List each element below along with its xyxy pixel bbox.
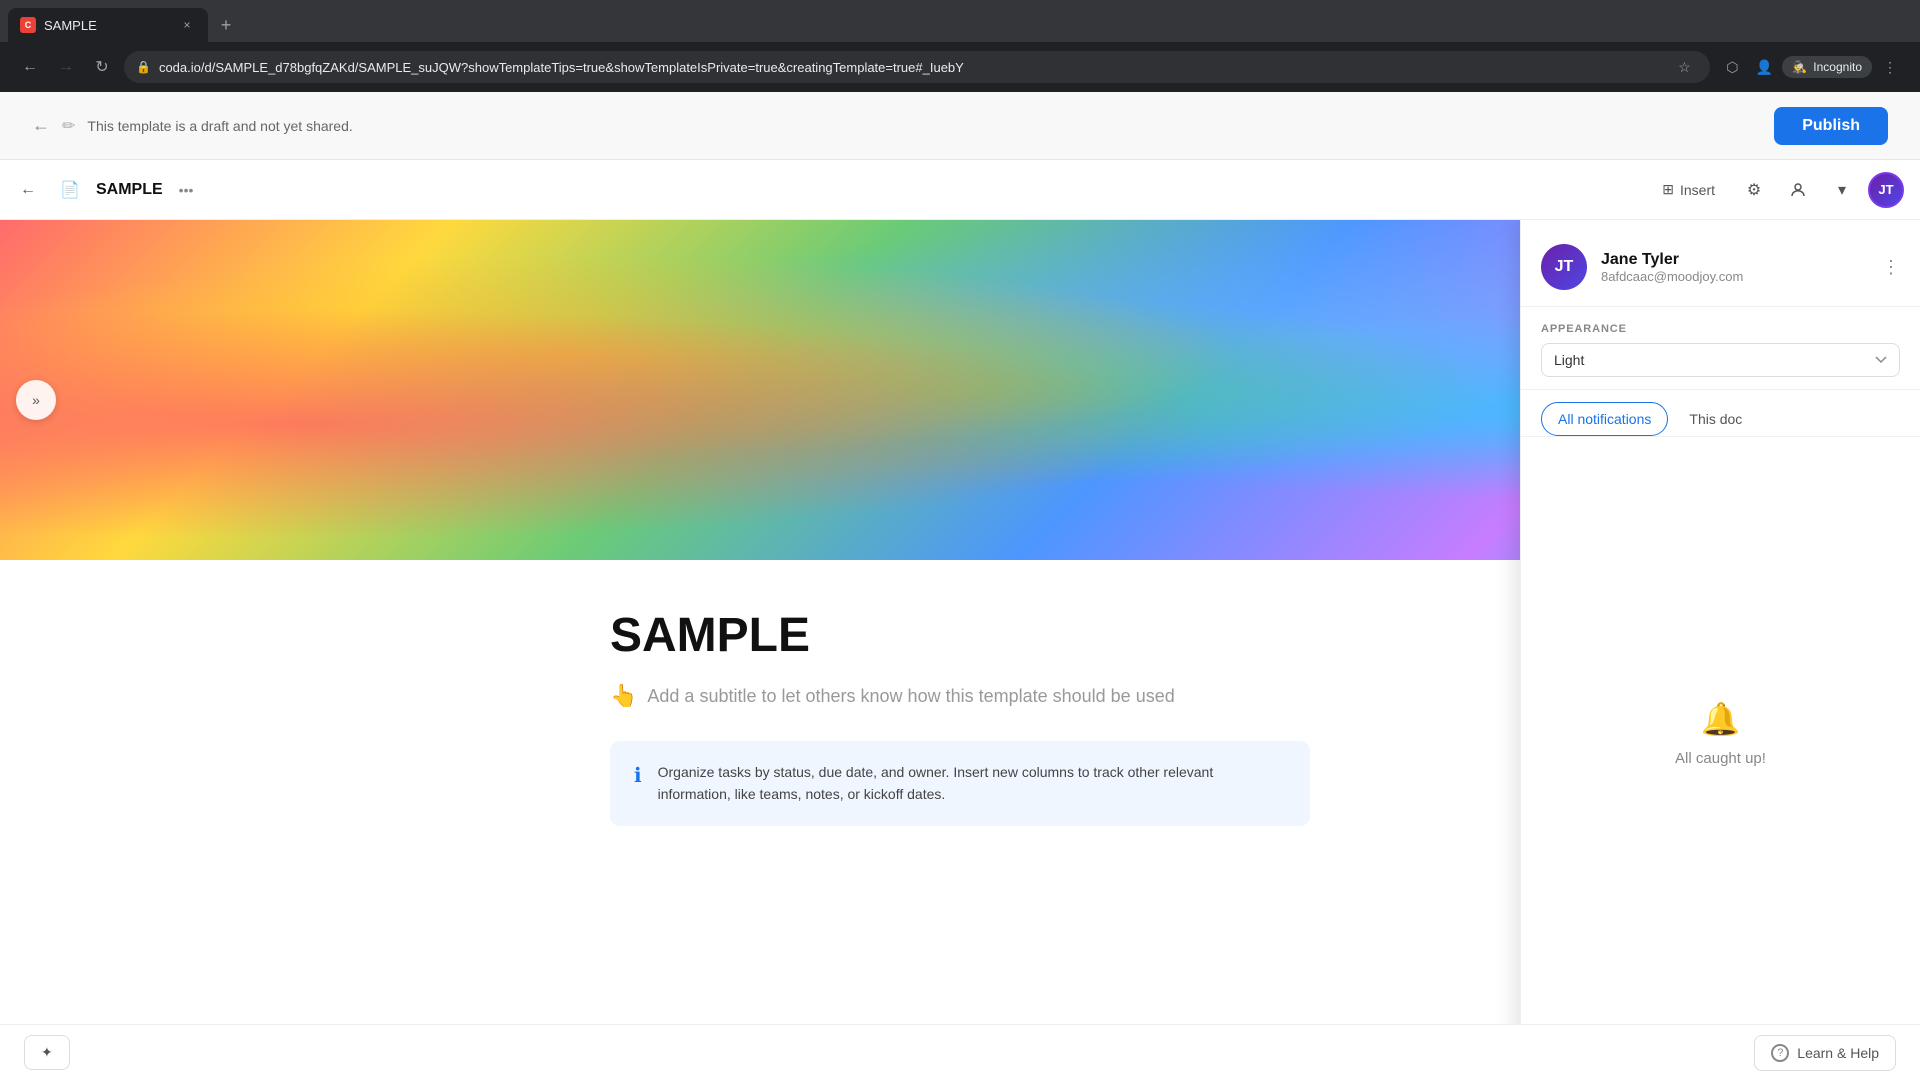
share-button[interactable]: [1780, 172, 1816, 208]
doc-header: ← 📄 SAMPLE ••• ⊞ Insert ⚙ ▾ JT: [0, 160, 1920, 220]
incognito-badge: 🕵 Incognito: [1782, 56, 1872, 78]
draft-back-button[interactable]: ←: [32, 115, 50, 136]
doc-subtitle-row: 👆 Add a subtitle to let others know how …: [610, 683, 1310, 709]
notif-tabs: All notifications This doc: [1521, 390, 1920, 437]
insert-icon: ⊞: [1662, 181, 1674, 198]
chevron-down-icon[interactable]: ▾: [1824, 172, 1860, 208]
notif-user-name: Jane Tyler: [1601, 251, 1868, 269]
notif-header: JT Jane Tyler 8afdcaac@moodjoy.com ⋮: [1521, 220, 1920, 307]
sidebar-toggle-button[interactable]: »: [16, 380, 56, 420]
lock-icon: 🔒: [136, 60, 151, 74]
tab-this-doc[interactable]: This doc: [1672, 402, 1759, 436]
tab-favicon: C: [20, 17, 36, 33]
notif-avatar: JT: [1541, 244, 1587, 290]
notif-user-info: Jane Tyler 8afdcaac@moodjoy.com: [1601, 251, 1868, 284]
nav-bar: ← → ↻ 🔒 coda.io/d/SAMPLE_d78bgfqZAKd/SAM…: [0, 42, 1920, 92]
settings-button[interactable]: ⚙: [1736, 172, 1772, 208]
info-icon: ℹ: [634, 763, 642, 788]
doc-main-title: SAMPLE: [610, 608, 1310, 663]
extensions-button[interactable]: ⬡: [1718, 53, 1746, 81]
appearance-select[interactable]: Light Dark System: [1541, 343, 1900, 377]
subtitle-emoji: 👆: [610, 683, 637, 709]
learn-help-icon: ?: [1771, 1044, 1789, 1062]
forward-button[interactable]: →: [52, 53, 80, 81]
bottom-bar: ✦ ? Learn & Help: [0, 1024, 1920, 1080]
doc-file-icon: 📄: [56, 176, 84, 204]
notif-user-email: 8afdcaac@moodjoy.com: [1601, 269, 1868, 284]
subtitle-text: Add a subtitle to let others know how th…: [647, 686, 1174, 707]
notif-body: 🔔 All caught up!: [1521, 437, 1920, 1029]
draft-bar: ← ✏ This template is a draft and not yet…: [0, 92, 1920, 160]
draft-pencil-icon: ✏: [62, 116, 75, 136]
refresh-button[interactable]: ↻: [88, 53, 116, 81]
doc-info-text: Organize tasks by status, due date, and …: [658, 761, 1286, 806]
bell-icon: 🔔: [1701, 700, 1741, 738]
tab-all-notifications[interactable]: All notifications: [1541, 402, 1668, 436]
notif-user-row: JT Jane Tyler 8afdcaac@moodjoy.com ⋮: [1541, 244, 1900, 290]
tab-title: SAMPLE: [44, 18, 170, 33]
star-button[interactable]: ☆: [1670, 53, 1698, 81]
user-avatar-button[interactable]: JT: [1868, 172, 1904, 208]
enhance-button[interactable]: ✦: [24, 1035, 70, 1070]
doc-more-button[interactable]: •••: [175, 182, 198, 198]
notif-more-button[interactable]: ⋮: [1882, 257, 1900, 278]
doc-header-actions: ⊞ Insert ⚙ ▾ JT: [1649, 172, 1904, 208]
publish-button[interactable]: Publish: [1774, 107, 1888, 145]
tab-close-button[interactable]: ×: [178, 16, 196, 34]
main-content: » SAMPLE 👆 Add a subtitle to let others …: [0, 220, 1920, 1080]
notif-appearance: APPEARANCE Light Dark System: [1521, 307, 1920, 390]
back-button[interactable]: ←: [16, 53, 44, 81]
draft-message: This template is a draft and not yet sha…: [87, 118, 352, 134]
nav-icons: ⬡ 👤 🕵 Incognito ⋮: [1718, 53, 1904, 81]
address-text: coda.io/d/SAMPLE_d78bgfqZAKd/SAMPLE_suJQ…: [159, 60, 1662, 75]
profile-button[interactable]: 👤: [1750, 53, 1778, 81]
appearance-label: APPEARANCE: [1541, 323, 1900, 335]
new-tab-button[interactable]: +: [212, 11, 240, 39]
more-button[interactable]: ⋮: [1876, 53, 1904, 81]
doc-back-button[interactable]: ←: [12, 174, 44, 206]
address-bar[interactable]: 🔒 coda.io/d/SAMPLE_d78bgfqZAKd/SAMPLE_su…: [124, 51, 1710, 83]
browser-chrome: C SAMPLE × + ← → ↻ 🔒 coda.io/d/SAMPLE_d7…: [0, 0, 1920, 92]
tab-bar: C SAMPLE × +: [0, 0, 1920, 42]
notif-empty-message: All caught up!: [1675, 750, 1766, 767]
incognito-icon: 🕵: [1792, 60, 1807, 74]
learn-help-button[interactable]: ? Learn & Help: [1754, 1035, 1896, 1071]
doc-title: SAMPLE: [96, 181, 163, 199]
draft-bar-left: ← ✏ This template is a draft and not yet…: [32, 115, 353, 136]
insert-button[interactable]: ⊞ Insert: [1649, 174, 1728, 205]
doc-info-box: ℹ Organize tasks by status, due date, an…: [610, 741, 1310, 826]
enhance-icon: ✦: [41, 1044, 53, 1061]
active-tab[interactable]: C SAMPLE ×: [8, 8, 208, 42]
notification-panel: JT Jane Tyler 8afdcaac@moodjoy.com ⋮ APP…: [1520, 220, 1920, 1080]
doc-content: SAMPLE 👆 Add a subtitle to let others kn…: [510, 560, 1410, 874]
